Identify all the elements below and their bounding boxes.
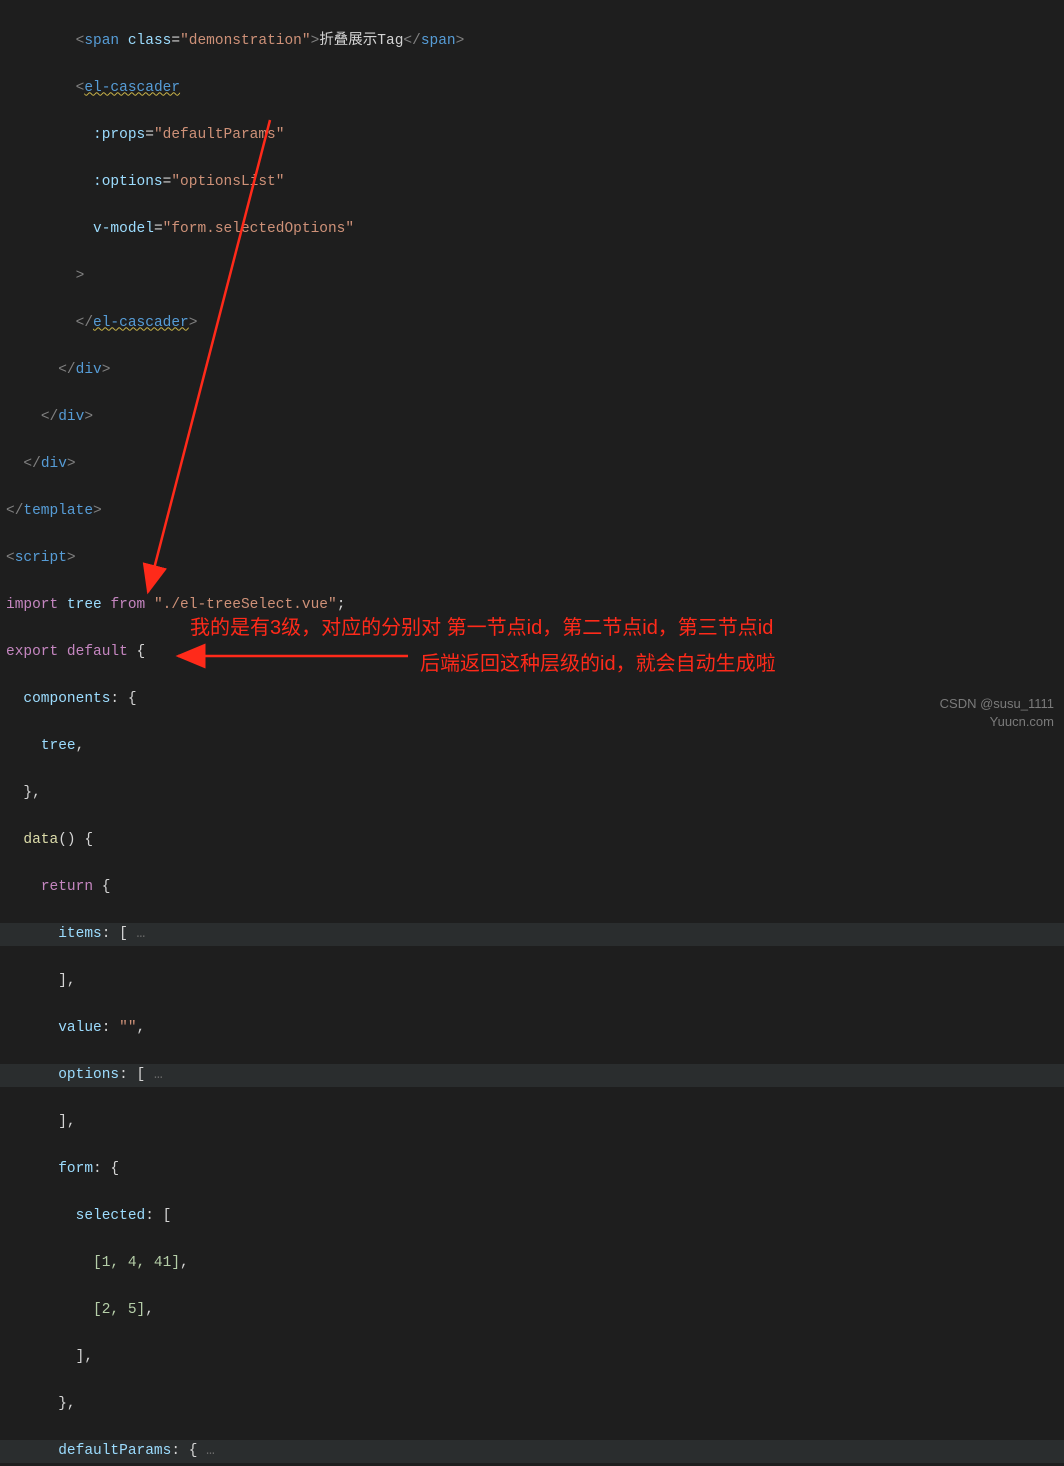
v-model-attr: v-model (93, 221, 154, 237)
data-method: data (23, 832, 58, 848)
tag-el-cascader: el-cascader (84, 80, 180, 96)
template-close: template (23, 503, 93, 519)
array-2: [2, 5] (93, 1302, 145, 1318)
form-key: form (58, 1161, 93, 1177)
selected-key: selected (76, 1208, 146, 1224)
array-1: [1, 4, 41] (93, 1255, 180, 1271)
code-editor[interactable]: <span class="demonstration">折叠展示Tag</spa… (0, 0, 1064, 1466)
span-content: 折叠展示Tag (319, 33, 403, 49)
watermark-csdn: CSDN @susu_1111 (940, 696, 1054, 711)
tag-span: span (84, 33, 119, 49)
watermark-site: Yuucn.com (990, 714, 1054, 729)
script-open: script (15, 550, 67, 566)
